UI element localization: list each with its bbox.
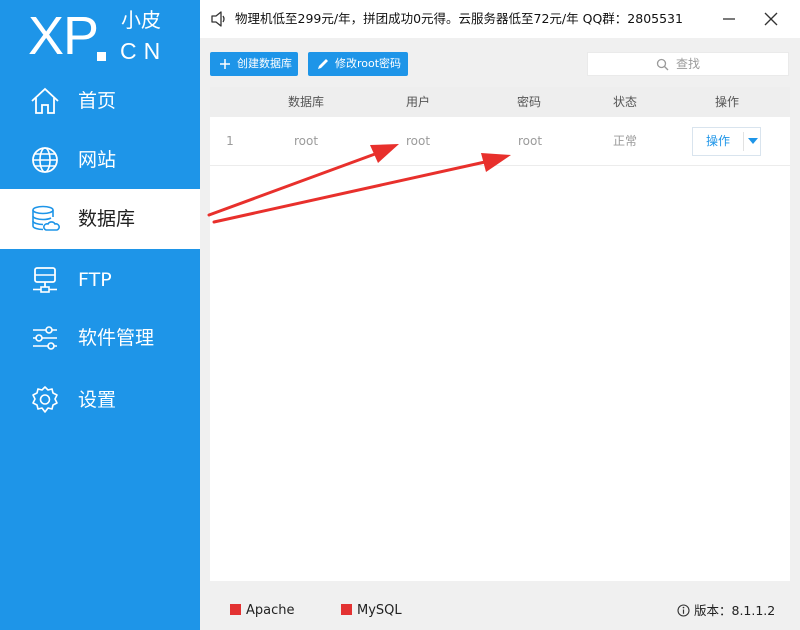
sidebar-item-settings[interactable]: 设置 [0, 370, 200, 430]
version-info: 版本：8.1.1.2 [677, 592, 775, 630]
logo-dot [97, 52, 106, 61]
sidebar-item-label: 数据库 [78, 208, 136, 230]
sidebar-item-label: 首页 [78, 90, 117, 112]
apache-status-indicator [230, 604, 241, 615]
close-icon[interactable] [760, 8, 782, 30]
service-status-mysql[interactable]: MySQL [341, 592, 402, 630]
apache-label: Apache [246, 603, 295, 618]
cell-user: root [405, 134, 431, 148]
home-icon [31, 87, 59, 114]
row-action-button[interactable]: 操作 [692, 127, 761, 156]
sidebar-item-software[interactable]: 软件管理 [0, 308, 200, 368]
info-icon [677, 604, 690, 617]
cell-password: root [517, 134, 543, 148]
cell-status: 正常 [612, 134, 637, 148]
status-bar: Apache MySQL 版本：8.1.1.2 [200, 592, 800, 630]
speaker-icon [211, 11, 225, 27]
sidebar-item-database[interactable]: 数据库 [0, 189, 200, 249]
mysql-label: MySQL [357, 603, 402, 618]
logo-domain-text: CN [120, 38, 168, 64]
service-status-apache[interactable]: Apache [230, 592, 295, 630]
logo: XP 小皮 CN [0, 0, 200, 72]
column-header-password: 密码 [516, 95, 541, 109]
column-header-database: 数据库 [287, 95, 324, 109]
sidebar-item-label: FTP [78, 269, 112, 291]
main-window: 物理机低至299元/年，拼团成功0元得。云服务器低至72元/年 QQ群：2805… [200, 0, 800, 630]
database-panel: 创建数据库 修改root密码 查找 数据库 用户 密码 状态 操作 1 root… [200, 38, 800, 583]
database-icon [32, 205, 60, 231]
sidebar-item-ftp[interactable]: FTP [0, 250, 200, 310]
sidebar-item-home[interactable]: 首页 [0, 71, 200, 131]
database-table: 数据库 用户 密码 状态 操作 1 root root root 正常 操作 [210, 87, 790, 581]
row-action-label: 操作 [705, 134, 730, 148]
logo-small-text: 小皮 [121, 8, 161, 32]
column-header-user: 用户 [405, 95, 430, 109]
sliders-icon [33, 326, 57, 350]
sidebar-item-sites[interactable]: 网站 [0, 130, 200, 190]
row-index: 1 [226, 134, 234, 148]
sidebar: XP 小皮 CN 首页 网站 数据库 FTP 软件管理 设置 [0, 0, 200, 630]
ftp-server-icon [33, 267, 57, 293]
column-header-status: 状态 [612, 95, 637, 109]
create-database-label: 创建数据库 [237, 57, 292, 70]
search-icon [656, 58, 669, 71]
create-database-button[interactable]: 创建数据库 [210, 52, 298, 76]
row-action-divider [743, 132, 744, 151]
cell-database: root [293, 134, 319, 148]
logo-main-text: XP [28, 6, 99, 66]
minimize-icon[interactable] [718, 8, 740, 30]
table-row: 1 root root root 正常 操作 [210, 117, 790, 166]
globe-icon [32, 147, 58, 173]
search-input[interactable]: 查找 [587, 52, 789, 76]
change-root-password-label: 修改root密码 [335, 57, 402, 70]
gear-icon [32, 386, 58, 413]
plus-icon [220, 59, 230, 69]
table-header: 数据库 用户 密码 状态 操作 [210, 87, 790, 117]
chevron-down-icon[interactable] [748, 138, 758, 144]
search-placeholder: 查找 [676, 57, 701, 71]
change-root-password-button[interactable]: 修改root密码 [308, 52, 408, 76]
sidebar-item-label: 设置 [78, 389, 117, 411]
pencil-icon [318, 59, 328, 69]
mysql-status-indicator [341, 604, 352, 615]
announcement-text[interactable]: 物理机低至299元/年，拼团成功0元得。云服务器低至72元/年 QQ群：2805… [235, 0, 683, 38]
version-text: 版本：8.1.1.2 [694, 603, 776, 618]
top-bar: 物理机低至299元/年，拼团成功0元得。云服务器低至72元/年 QQ群：2805… [200, 0, 800, 38]
sidebar-item-label: 网站 [78, 149, 117, 171]
column-header-action: 操作 [714, 95, 739, 109]
sidebar-item-label: 软件管理 [78, 327, 155, 349]
